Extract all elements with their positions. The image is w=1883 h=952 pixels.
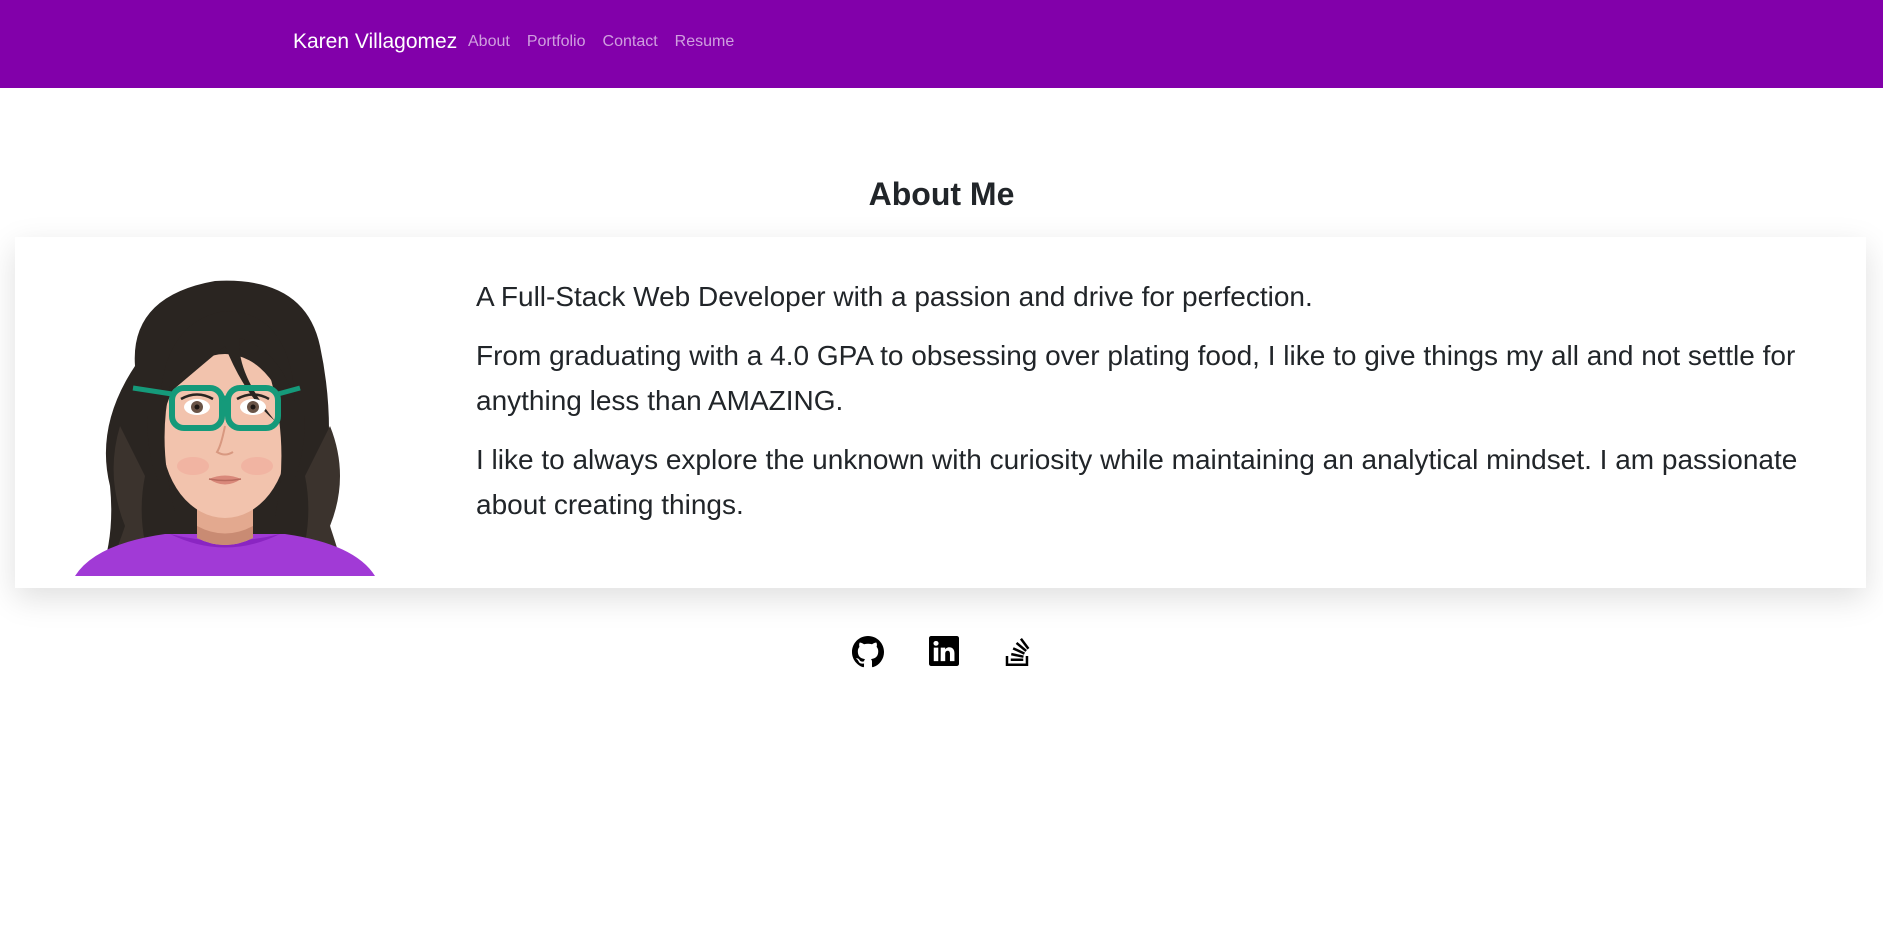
about-paragraph-2: From graduating with a 4.0 GPA to obsess… bbox=[476, 340, 1796, 416]
social-links bbox=[0, 636, 1883, 670]
avatar-image bbox=[75, 280, 375, 576]
stackoverflow-link[interactable] bbox=[1004, 636, 1032, 670]
nav-link-contact[interactable]: Contact bbox=[603, 33, 658, 51]
github-icon bbox=[851, 636, 884, 668]
linkedin-link[interactable] bbox=[928, 636, 959, 670]
brand-link[interactable]: Karen Villagomez bbox=[293, 30, 457, 54]
navbar: Karen Villagomez About Portfolio Contact… bbox=[0, 0, 1883, 88]
page-title: About Me bbox=[868, 176, 1015, 212]
stackoverflow-icon bbox=[1005, 638, 1029, 666]
about-paragraph-3: I like to always explore the unknown wit… bbox=[476, 444, 1798, 520]
nav-links: About Portfolio Contact Resume bbox=[468, 33, 734, 51]
nav-link-resume[interactable]: Resume bbox=[675, 33, 735, 51]
about-paragraph-1: A Full-Stack Web Developer with a passio… bbox=[476, 281, 1313, 312]
github-link[interactable] bbox=[851, 636, 884, 670]
about-text: A Full-Stack Web Developer with a passio… bbox=[476, 274, 1836, 541]
linkedin-icon bbox=[928, 636, 959, 666]
nav-link-portfolio[interactable]: Portfolio bbox=[527, 33, 586, 51]
nav-link-about[interactable]: About bbox=[468, 33, 510, 51]
avatar bbox=[75, 276, 375, 576]
about-card: A Full-Stack Web Developer with a passio… bbox=[15, 237, 1866, 588]
